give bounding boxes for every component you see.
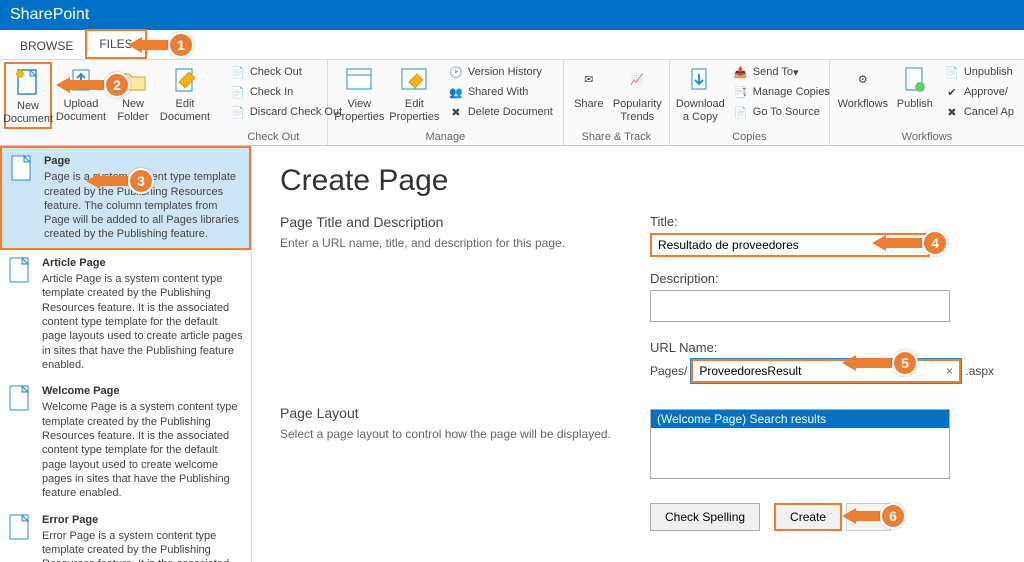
cancel-approval-icon: ✖ [944, 104, 960, 120]
view-properties-icon [343, 64, 375, 96]
download-copy-button[interactable]: Download a Copy [674, 62, 727, 125]
dropdown-item-article-page[interactable]: Article Page Article Page is a system co… [0, 250, 251, 378]
download-icon [684, 64, 716, 96]
section-page-layout: Page Layout [280, 405, 650, 421]
page-icon [6, 384, 34, 418]
suite-bar: SharePoint [0, 0, 1024, 30]
callout-badge-2: 2 [104, 72, 130, 98]
discard-check-out-button[interactable]: 📄Discard Check Out [228, 102, 344, 122]
url-name-input-wrap: × [691, 359, 961, 383]
callout-arrow-icon [842, 355, 856, 371]
go-to-source-button[interactable]: 📄Go To Source [731, 102, 832, 122]
url-prefix: Pages/ [650, 364, 687, 378]
callout-arrow-icon [86, 173, 100, 189]
shared-with-button[interactable]: 👥Shared With [446, 82, 555, 102]
description-label: Description: [650, 271, 996, 286]
layout-option-selected[interactable]: (Welcome Page) Search results [651, 410, 949, 428]
delete-icon: ✖ [448, 104, 464, 120]
edit-properties-icon [398, 64, 430, 96]
unpublish-icon: 📄 [944, 64, 960, 80]
copies-icon: 📑 [733, 84, 749, 100]
source-icon: 📄 [733, 104, 749, 120]
dropdown-item-error-page[interactable]: Error Page Error Page is a system conten… [0, 507, 251, 562]
publish-button[interactable]: Publish [892, 62, 938, 113]
shared-icon: 👥 [448, 84, 464, 100]
check-in-button[interactable]: 📄Check In [228, 82, 344, 102]
popularity-trends-button[interactable]: 📈 Popularity Trends [610, 62, 665, 125]
dropdown-item-page[interactable]: Page Page is a system content type templ… [0, 146, 251, 250]
new-document-icon [12, 66, 44, 98]
send-to-icon: 📤 [733, 64, 749, 80]
page-icon [8, 154, 36, 188]
check-out-icon: 📄 [230, 64, 246, 80]
create-button[interactable]: Create [774, 503, 842, 531]
url-suffix: .aspx [965, 364, 994, 378]
edit-document-button[interactable]: Edit Document [156, 62, 214, 125]
tab-browse[interactable]: BROWSE [8, 33, 85, 59]
check-out-button[interactable]: 📄Check Out [228, 62, 344, 82]
group-label-share-track: Share & Track [568, 130, 665, 145]
dropdown-item-welcome-page[interactable]: Welcome Page Welcome Page is a system co… [0, 378, 251, 506]
group-label-manage: Manage [332, 130, 559, 145]
send-to-button[interactable]: 📤Send To ▾ [731, 62, 832, 82]
callout-badge-3: 3 [128, 168, 154, 194]
publish-icon [899, 64, 931, 96]
version-history-button[interactable]: 🕑Version History [446, 62, 555, 82]
description-input[interactable] [650, 290, 950, 322]
approve-button[interactable]: ✔Approve/ [942, 82, 1016, 102]
unpublish-button[interactable]: 📄Unpublish [942, 62, 1016, 82]
new-document-label: New Document [3, 100, 53, 125]
create-page-form: Create Page Page Title and Description E… [252, 146, 1024, 562]
workflows-button[interactable]: ⚙ Workflows [834, 62, 892, 113]
delete-document-button[interactable]: ✖Delete Document [446, 102, 555, 122]
section-title-help: Enter a URL name, title, and description… [280, 236, 650, 250]
manage-copies-button[interactable]: 📑Manage Copies [731, 82, 832, 102]
brand-label: SharePoint [10, 6, 89, 24]
check-in-icon: 📄 [230, 84, 246, 100]
history-icon: 🕑 [448, 64, 464, 80]
callout-arrow-icon [128, 37, 142, 53]
page-heading: Create Page [280, 164, 996, 198]
page-icon [6, 513, 34, 547]
cancel-approval-button[interactable]: ✖Cancel Ap [942, 102, 1016, 122]
share-icon: ✉ [573, 64, 605, 96]
callout-badge-1: 1 [168, 32, 194, 58]
url-name-label: URL Name: [650, 340, 996, 355]
page-icon [6, 256, 34, 290]
callout-badge-5: 5 [892, 350, 918, 376]
share-button[interactable]: ✉ Share [568, 62, 610, 113]
callout-arrow-icon [872, 235, 886, 251]
discard-icon: 📄 [230, 104, 246, 120]
ribbon-tab-row: BROWSE FILES 1 [0, 30, 1024, 60]
title-label: Title: [650, 214, 996, 229]
callout-badge-4: 4 [922, 230, 948, 256]
callout-arrow-icon [842, 508, 856, 524]
clear-icon[interactable]: × [939, 364, 959, 378]
page-layout-listbox[interactable]: (Welcome Page) Search results [650, 409, 950, 479]
view-properties-button[interactable]: View Properties [332, 62, 387, 125]
approve-icon: ✔ [944, 84, 960, 100]
ribbon: New Document Upload Document New Folder … [0, 60, 1024, 146]
body-area: Page Page is a system content type templ… [0, 146, 1024, 562]
edit-icon [169, 64, 201, 96]
section-title-desc: Page Title and Description [280, 214, 650, 230]
callout-arrow-body [142, 40, 168, 50]
section-page-layout-help: Select a page layout to control how the … [280, 427, 650, 441]
workflows-icon: ⚙ [847, 64, 879, 96]
new-document-dropdown: Page Page is a system content type templ… [0, 146, 252, 562]
group-label-workflows: Workflows [834, 130, 1020, 145]
check-spelling-button[interactable]: Check Spelling [650, 503, 760, 531]
trends-icon: 📈 [621, 64, 653, 96]
group-label-copies: Copies [674, 130, 825, 145]
callout-arrow-icon [56, 77, 70, 93]
callout-badge-6: 6 [880, 503, 906, 529]
edit-properties-button[interactable]: Edit Properties [387, 62, 442, 125]
new-document-button[interactable]: New Document [4, 62, 52, 129]
group-label-checkout: Check Out [224, 130, 323, 145]
